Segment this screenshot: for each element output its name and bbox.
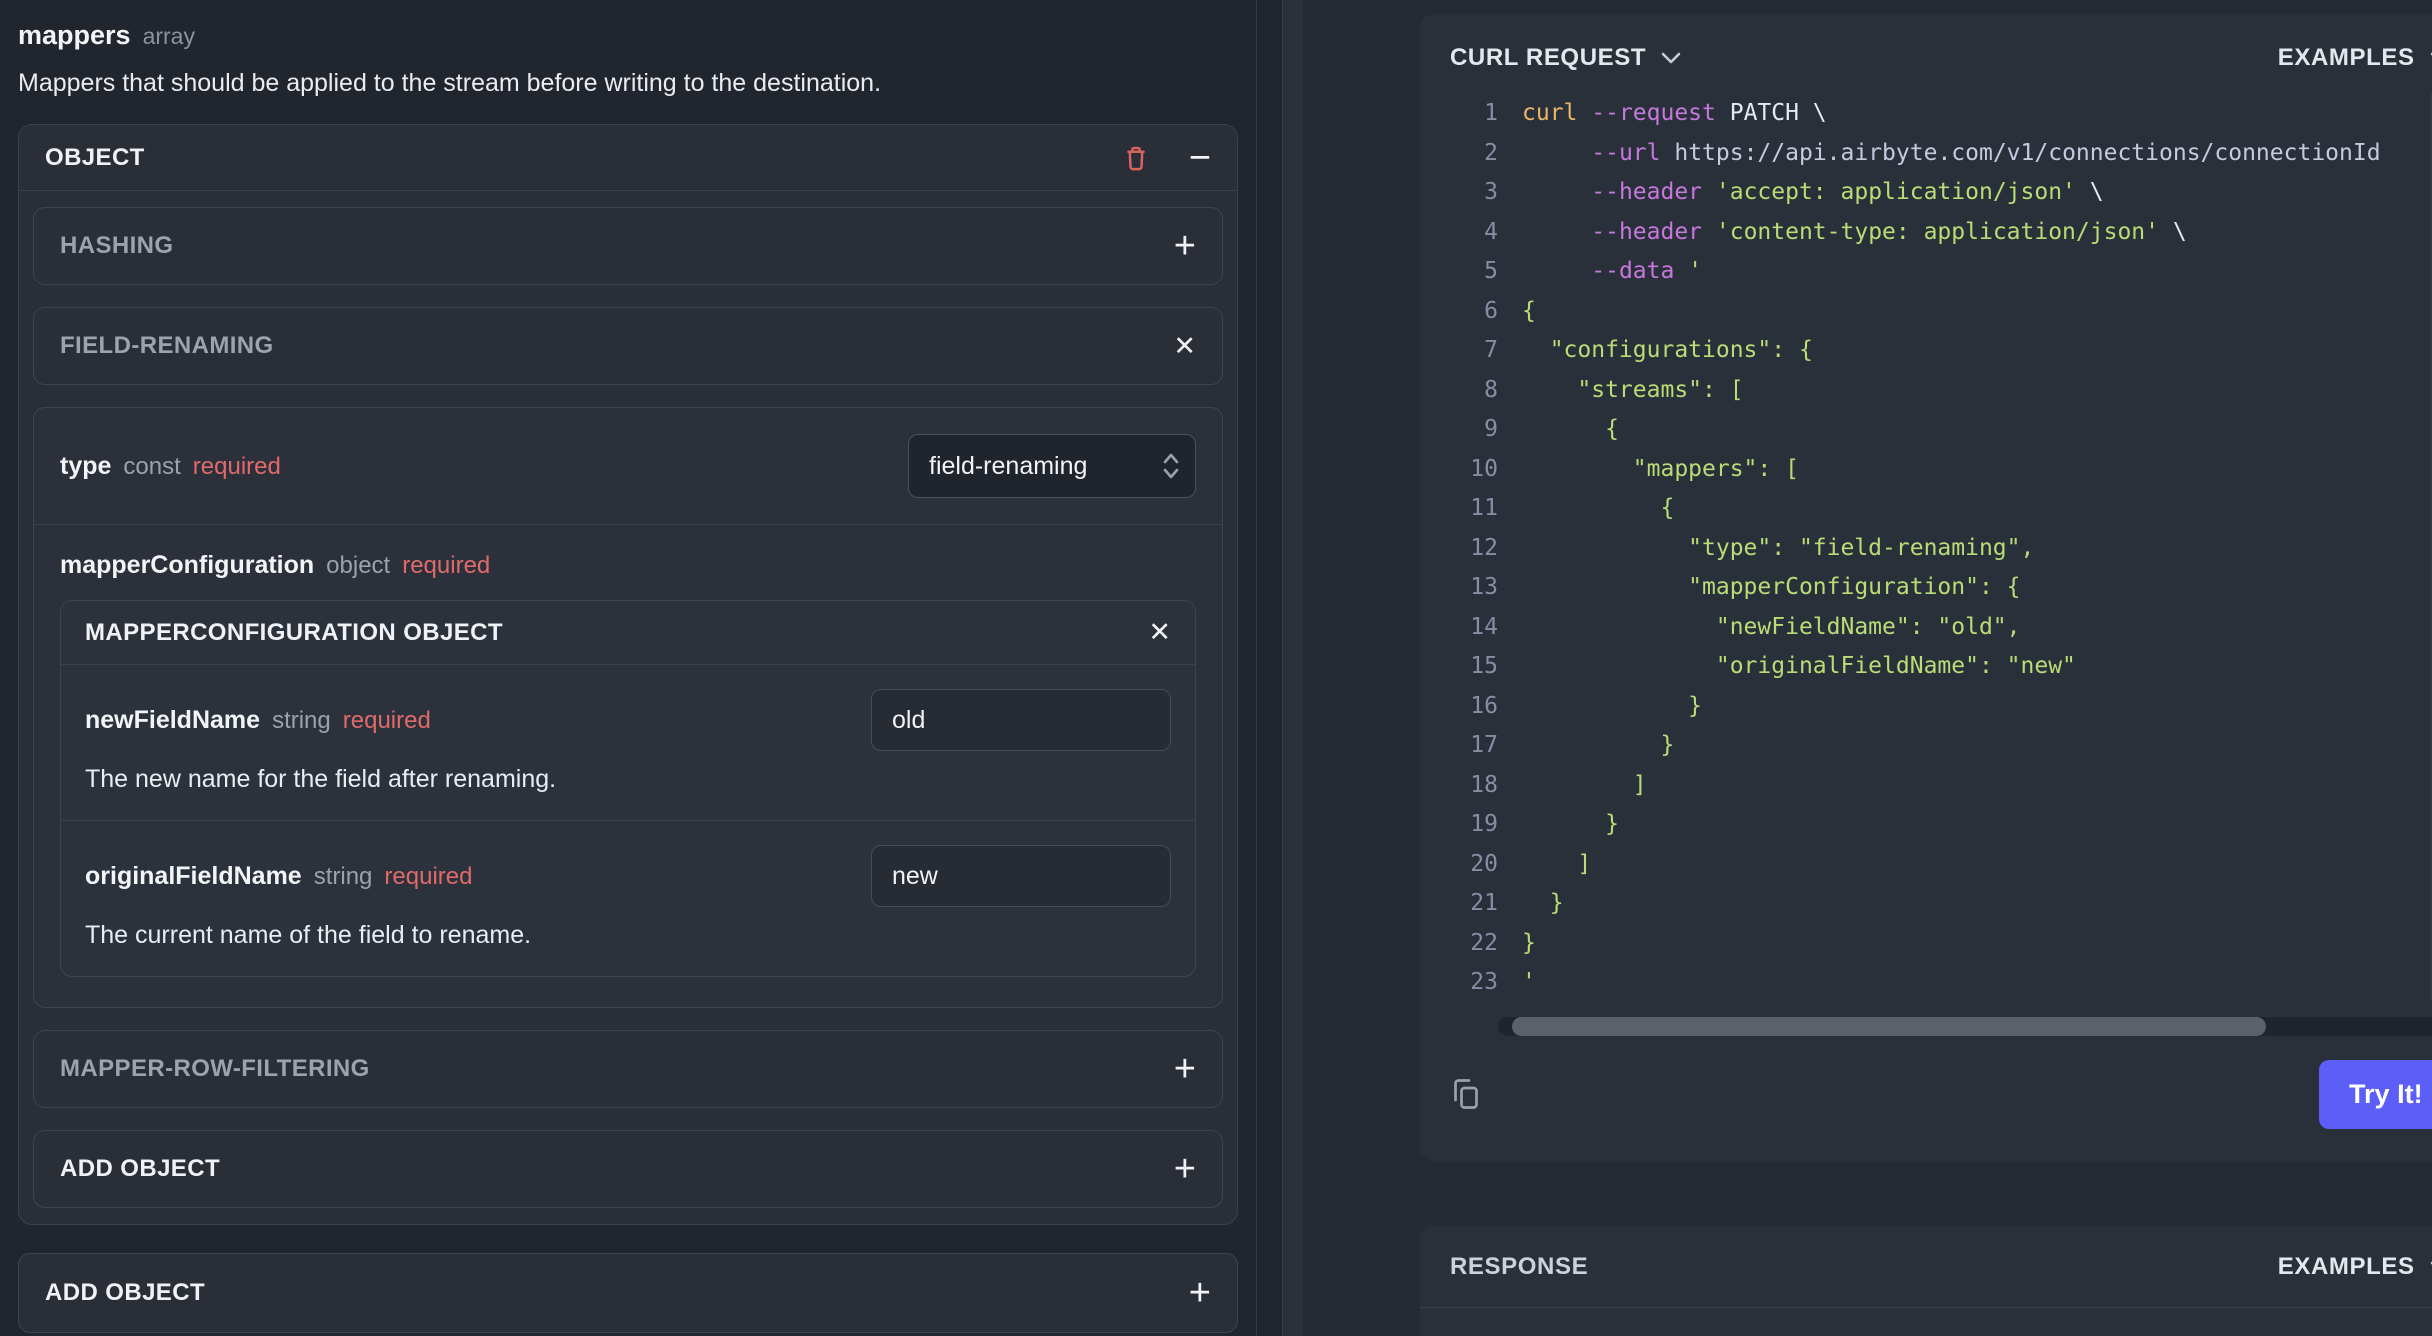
add-object-inner-button[interactable]: ADD OBJECT + xyxy=(33,1130,1223,1208)
newfieldname-label: newFieldName string required xyxy=(85,706,431,735)
trash-icon xyxy=(1127,146,1145,170)
response-examples-label: EXAMPLES xyxy=(2277,1252,2415,1280)
copy-icon xyxy=(1454,1079,1478,1109)
property-name: mapperConfiguration xyxy=(60,551,315,579)
code-lines: curl --request PATCH \ --url https://api… xyxy=(1522,100,2381,995)
field-name: mappers xyxy=(18,20,131,50)
mapperconfiguration-property-label: mapperConfiguration object required xyxy=(60,551,490,580)
curl-request-card: CURL REQUEST EXAMPLES 1 2 3 4 5 6 7 8 9 10 11 12 13 1… xyxy=(1420,14,2432,1161)
code-editor: 1 2 3 4 5 6 7 8 9 10 11 12 13 14 15 16 17 18 19 20 21 22 23 cu… xyxy=(1420,86,2432,1003)
chevron-down-icon xyxy=(1661,52,1681,64)
mapperconfiguration-object-title: MAPPERCONFIGURATION OBJECT xyxy=(85,618,503,646)
try-it-button[interactable]: Try It! xyxy=(2319,1059,2432,1129)
curl-request-title: CURL REQUEST xyxy=(1450,44,1647,71)
schema-editor-pane: mappers array Mappers that should be app… xyxy=(0,0,1256,1336)
object-card: OBJECT − HASHING + FIELD-RENAMING ✕ type… xyxy=(18,124,1238,1225)
property-qualifier: string xyxy=(272,706,331,734)
property-qualifier: object xyxy=(326,552,391,579)
property-name: newFieldName xyxy=(85,705,261,734)
section-field-renaming-title: FIELD-RENAMING xyxy=(60,332,274,359)
newfieldname-row: newFieldName string required xyxy=(61,665,1195,761)
field-renaming-content: type const required field-renaming mappe… xyxy=(33,407,1223,1008)
request-examples-label: EXAMPLES xyxy=(2277,44,2415,71)
mapperconfiguration-property-row: mapperConfiguration object required xyxy=(34,525,1222,586)
object-card-title: OBJECT xyxy=(45,143,145,171)
minus-icon: − xyxy=(1188,136,1211,179)
type-select[interactable]: field-renaming xyxy=(908,434,1196,498)
api-reference-page: mappers array Mappers that should be app… xyxy=(0,0,2432,1336)
property-required-badge: required xyxy=(384,862,473,890)
add-object-outer-button[interactable]: ADD OBJECT + xyxy=(18,1253,1238,1333)
property-required-badge: required xyxy=(192,452,281,480)
originalfieldname-input[interactable] xyxy=(871,845,1171,907)
property-required-badge: required xyxy=(342,706,431,734)
section-hashing-title: HASHING xyxy=(60,232,174,259)
pane-divider xyxy=(1256,0,1303,1336)
originalfieldname-row: originalFieldName string required xyxy=(61,821,1195,917)
horizontal-scrollbar-track xyxy=(1498,1016,2432,1036)
field-type-badge: array xyxy=(142,23,195,49)
mapperconfiguration-object-box: MAPPERCONFIGURATION OBJECT ✕ newFieldNam… xyxy=(60,600,1196,977)
curl-request-footer: Try It! xyxy=(1420,1036,2432,1161)
close-icon[interactable]: ✕ xyxy=(1173,332,1196,360)
mapperconfiguration-object-header: MAPPERCONFIGURATION OBJECT ✕ xyxy=(61,601,1195,665)
section-mapper-row-filtering[interactable]: MAPPER-ROW-FILTERING + xyxy=(33,1030,1223,1108)
curl-request-dropdown[interactable]: CURL REQUEST xyxy=(1450,44,1682,72)
up-down-chevron-icon xyxy=(1163,453,1179,479)
property-name: originalFieldName xyxy=(85,861,302,890)
field-description: Mappers that should be applied to the st… xyxy=(18,69,882,97)
plus-icon[interactable]: + xyxy=(1174,1150,1196,1188)
newfieldname-description: The new name for the field after renamin… xyxy=(85,765,557,793)
add-object-outer-label: ADD OBJECT xyxy=(45,1279,206,1306)
plus-icon[interactable]: + xyxy=(1174,1050,1196,1088)
object-card-body: HASHING + FIELD-RENAMING ✕ type const re… xyxy=(19,191,1237,1224)
object-card-actions: − xyxy=(1121,139,1211,177)
request-examples-dropdown[interactable]: EXAMPLES xyxy=(2278,44,2432,72)
originalfieldname-label: originalFieldName string required xyxy=(85,862,472,891)
plus-icon[interactable]: + xyxy=(1174,227,1196,265)
curl-request-header: CURL REQUEST EXAMPLES xyxy=(1420,14,2432,86)
type-property-label: type const required xyxy=(60,452,281,481)
response-examples-dropdown[interactable]: EXAMPLES xyxy=(2278,1253,2432,1281)
originalfieldname-description: The current name of the field to rename. xyxy=(85,921,532,949)
property-name: type xyxy=(60,451,112,480)
request-pane: CURL REQUEST EXAMPLES 1 2 3 4 5 6 7 8 9 10 11 12 13 1… xyxy=(1302,0,2432,1336)
response-body-stub xyxy=(1420,1308,2432,1336)
type-select-value: field-renaming xyxy=(929,451,1088,480)
section-mapper-row-filtering-title: MAPPER-ROW-FILTERING xyxy=(60,1055,370,1082)
newfieldname-input[interactable] xyxy=(871,689,1171,751)
property-required-badge: required xyxy=(402,552,491,579)
chevron-down-icon xyxy=(2430,1261,2432,1265)
property-qualifier: string xyxy=(313,862,373,890)
response-title: RESPONSE xyxy=(1450,1252,1589,1280)
divider-bar xyxy=(1282,0,1303,1336)
close-icon[interactable]: ✕ xyxy=(1148,619,1171,646)
type-property-row: type const required field-renaming xyxy=(34,408,1222,524)
section-field-renaming[interactable]: FIELD-RENAMING ✕ xyxy=(33,307,1223,385)
code-line-numbers: 1 2 3 4 5 6 7 8 9 10 11 12 13 14 15 16 17 18 19 20 21 22 23 xyxy=(1470,100,1498,995)
property-qualifier: const xyxy=(123,452,181,480)
add-object-inner-label: ADD OBJECT xyxy=(60,1155,221,1182)
response-header: RESPONSE EXAMPLES xyxy=(1420,1225,2432,1307)
horizontal-scrollbar-thumb[interactable] xyxy=(1512,1016,2267,1036)
left-pane-scrollbar[interactable] xyxy=(1257,0,1282,1336)
delete-object-button[interactable] xyxy=(1121,142,1151,174)
section-hashing[interactable]: HASHING + xyxy=(33,207,1223,285)
plus-icon[interactable]: + xyxy=(1189,1274,1211,1312)
collapse-object-button[interactable]: − xyxy=(1189,139,1211,177)
field-heading: mappers array xyxy=(18,20,1238,51)
object-card-header: OBJECT − xyxy=(19,125,1237,191)
response-card: RESPONSE EXAMPLES xyxy=(1420,1224,2432,1336)
chevron-down-icon xyxy=(2430,52,2432,57)
copy-code-button[interactable] xyxy=(1448,1076,1484,1112)
